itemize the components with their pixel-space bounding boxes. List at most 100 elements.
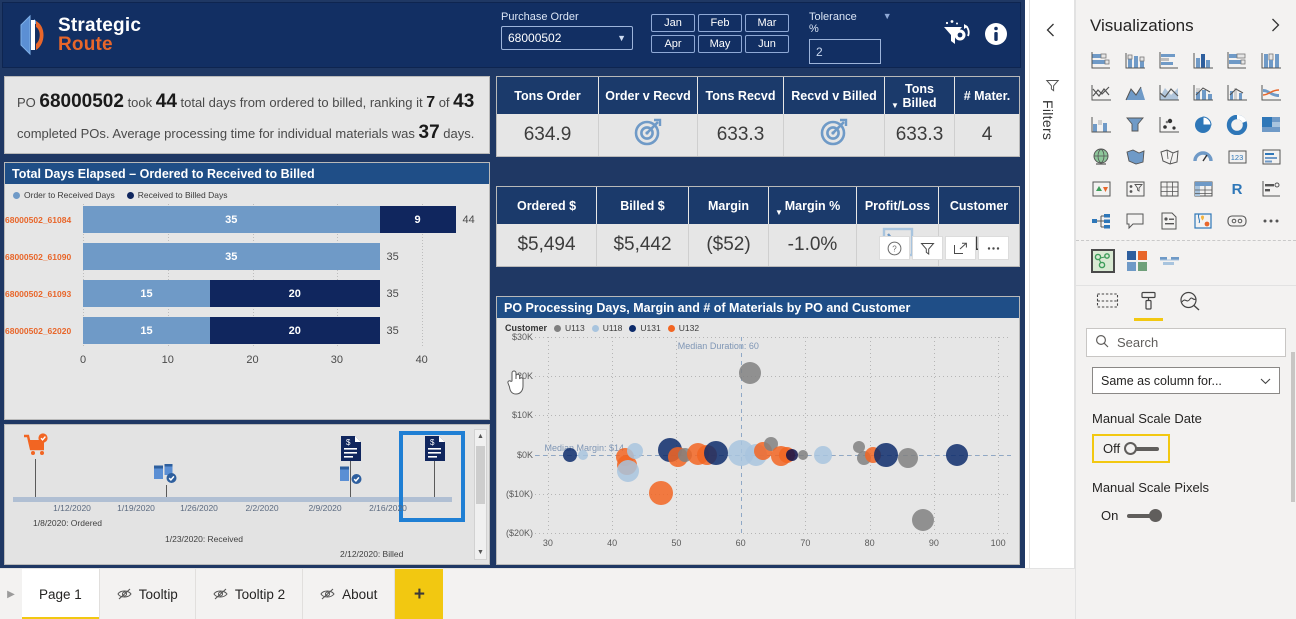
tolerance-input[interactable]: 2 xyxy=(809,39,881,64)
slicer-icon[interactable] xyxy=(1118,174,1152,203)
funnel-chart-icon[interactable] xyxy=(1118,110,1152,139)
clustered-column-chart-icon[interactable] xyxy=(1186,46,1220,75)
scroll-down-icon[interactable]: ▼ xyxy=(475,546,486,559)
scatter-bubble[interactable] xyxy=(874,442,899,467)
shape-map-icon[interactable] xyxy=(1152,142,1186,171)
page-tab-page-1[interactable]: Page 1 xyxy=(22,569,100,619)
month-button-may[interactable]: May xyxy=(698,35,742,53)
scatter-bubble[interactable] xyxy=(617,460,640,483)
chevron-right-icon[interactable] xyxy=(1268,17,1282,36)
filter-icon[interactable] xyxy=(912,236,943,260)
column-header-recvd-v-billed[interactable]: Recvd v Billed xyxy=(784,77,885,114)
column-header-billed-dollars[interactable]: Billed $ xyxy=(597,187,689,224)
gauge-icon[interactable] xyxy=(1186,142,1220,171)
legend-item-u131[interactable]: U131 xyxy=(629,323,661,333)
100-stacked-bar-chart-icon[interactable] xyxy=(1220,46,1254,75)
scatter-bubble[interactable] xyxy=(578,449,589,460)
format-tab[interactable] xyxy=(1134,291,1163,321)
chevron-left-icon[interactable] xyxy=(1044,22,1058,41)
line-clustered-column-chart-icon[interactable] xyxy=(1220,78,1254,107)
info-icon[interactable] xyxy=(983,21,1009,50)
scatter-bubble[interactable] xyxy=(911,509,934,532)
bar-row[interactable]: 68000502_61093 15 20 35 xyxy=(5,278,481,309)
fields-tab[interactable] xyxy=(1096,291,1119,321)
month-button-feb[interactable]: Feb xyxy=(698,14,742,32)
area-chart-icon[interactable] xyxy=(1118,78,1152,107)
page-tab-tooltip[interactable]: Tooltip xyxy=(99,569,196,619)
matrix-icon[interactable] xyxy=(1186,174,1220,203)
bar-row[interactable]: 68000502_61090 35 35 xyxy=(5,241,481,272)
scatter-bubble[interactable] xyxy=(703,441,728,466)
help-icon[interactable]: ? xyxy=(879,236,910,260)
analytics-tab[interactable] xyxy=(1178,291,1201,321)
ribbon-chart-icon[interactable] xyxy=(1254,78,1288,107)
more-options-icon[interactable] xyxy=(978,236,1009,260)
map-icon[interactable] xyxy=(1084,142,1118,171)
bar-row[interactable]: 68000502_61084 35 9 44 xyxy=(5,204,481,235)
more-visuals-icon[interactable] xyxy=(1254,206,1288,235)
custom-visual-icon[interactable] xyxy=(1126,250,1148,275)
column-header-tons-recvd[interactable]: Tons Recvd xyxy=(698,77,784,114)
column-header-tons-order[interactable]: Tons Order xyxy=(497,77,599,114)
scatter-bubble[interactable] xyxy=(739,361,762,384)
purchase-order-dropdown[interactable]: 68000502 ▼ xyxy=(501,26,633,50)
scatter-bubble[interactable] xyxy=(814,445,833,464)
stacked-area-chart-icon[interactable] xyxy=(1152,78,1186,107)
custom-scale-visual-icon[interactable] xyxy=(1158,250,1182,275)
scatter-bubble[interactable] xyxy=(945,443,968,466)
stacked-column-chart-icon[interactable] xyxy=(1118,46,1152,75)
chevron-down-icon[interactable]: ▼ xyxy=(883,11,892,21)
legend-item-received-to-billed[interactable]: Received to Billed Days xyxy=(126,190,227,200)
filled-map-icon[interactable] xyxy=(1118,142,1152,171)
po-timeline-visual[interactable]: $ $ 1/12/2020 1/19/2020 1/26/2020 2/2/20… xyxy=(4,424,490,565)
column-header-tons-billed[interactable]: Tons Billed ▼ xyxy=(885,77,955,114)
filters-pane-collapsed[interactable]: Filters xyxy=(1029,0,1075,568)
scroll-up-icon[interactable]: ▲ xyxy=(475,430,486,443)
column-header-num-materials[interactable]: # Mater. xyxy=(955,77,1019,114)
decomposition-tree-icon[interactable] xyxy=(1084,206,1118,235)
line-chart-icon[interactable] xyxy=(1084,78,1118,107)
scatter-bubble[interactable] xyxy=(627,443,644,460)
pie-chart-icon[interactable] xyxy=(1186,110,1220,139)
timeline-selection-highlight[interactable] xyxy=(399,431,465,522)
column-header-customer[interactable]: Customer xyxy=(939,187,1019,224)
format-pane-scrollbar[interactable] xyxy=(1291,352,1295,502)
r-script-visual-icon[interactable]: R xyxy=(1220,174,1254,203)
manual-scale-pixels-toggle[interactable]: On xyxy=(1092,503,1166,528)
stacked-bar-chart-icon[interactable] xyxy=(1084,46,1118,75)
legend-item-u113[interactable]: U113 xyxy=(554,323,585,333)
timeline-storyteller-icon[interactable] xyxy=(1090,248,1116,277)
bar-row[interactable]: 68000502_62020 15 20 35 xyxy=(5,315,481,346)
waterfall-chart-icon[interactable] xyxy=(1084,110,1118,139)
line-stacked-column-chart-icon[interactable] xyxy=(1186,78,1220,107)
100-stacked-column-chart-icon[interactable] xyxy=(1254,46,1288,75)
month-button-mar[interactable]: Mar xyxy=(745,14,789,32)
scatter-bubble[interactable] xyxy=(563,447,578,462)
month-button-jun[interactable]: Jun xyxy=(745,35,789,53)
reset-filters-icon[interactable] xyxy=(939,19,973,52)
scatter-bubble[interactable] xyxy=(797,449,808,460)
column-header-profit-loss[interactable]: Profit/Loss xyxy=(857,187,939,224)
manual-scale-date-toggle[interactable]: Off xyxy=(1092,434,1171,463)
scatter-plot-area[interactable]: Median Duration: 60 Median Margin: $14 $… xyxy=(506,332,1011,548)
column-header-ordered-dollars[interactable]: Ordered $ xyxy=(497,187,597,224)
month-button-apr[interactable]: Apr xyxy=(651,35,695,53)
page-tab-nav-next[interactable]: ▶ xyxy=(0,569,22,619)
clustered-bar-chart-icon[interactable] xyxy=(1152,46,1186,75)
page-tab-about[interactable]: About xyxy=(303,569,396,619)
table-icon[interactable] xyxy=(1152,174,1186,203)
legend-item-u132[interactable]: U132 xyxy=(667,323,699,333)
scatter-bubble[interactable] xyxy=(785,448,798,461)
power-apps-icon[interactable] xyxy=(1220,206,1254,235)
legend-item-order-to-received[interactable]: Order to Received Days xyxy=(13,190,115,200)
format-search-input[interactable]: Search xyxy=(1086,328,1286,357)
focus-mode-icon[interactable] xyxy=(945,236,976,260)
month-button-jan[interactable]: Jan xyxy=(651,14,695,32)
scatter-chart-icon[interactable] xyxy=(1152,110,1186,139)
scatter-bubble[interactable] xyxy=(898,448,919,469)
key-influencers-icon[interactable] xyxy=(1254,174,1288,203)
timeline-vertical-scrollbar[interactable]: ▲ ▼ xyxy=(474,429,487,560)
donut-chart-icon[interactable] xyxy=(1220,110,1254,139)
paginated-report-icon[interactable] xyxy=(1152,206,1186,235)
scrollbar-thumb[interactable] xyxy=(476,446,485,504)
